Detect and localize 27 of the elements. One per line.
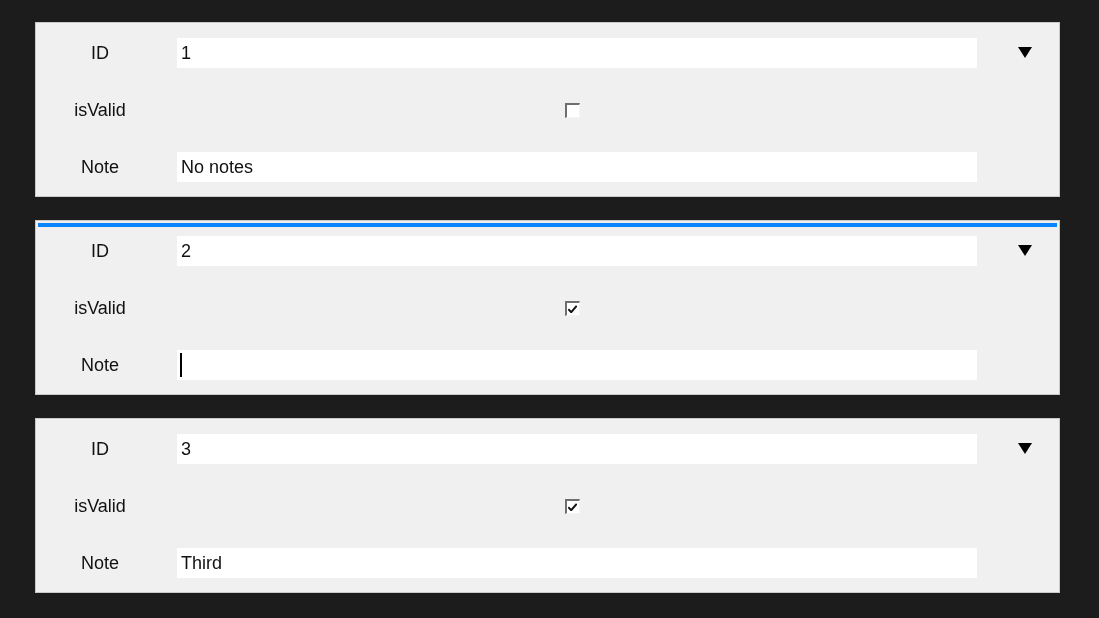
field-label: ID <box>90 240 110 262</box>
checkbox[interactable] <box>564 498 580 514</box>
checkmark-icon <box>568 502 577 511</box>
field-label: isValid <box>73 297 127 319</box>
record-card[interactable]: ID 3 isValid Note Third <box>35 418 1060 593</box>
field-label: Note <box>80 354 120 376</box>
field-label: isValid <box>73 99 127 121</box>
checkbox[interactable] <box>564 102 580 118</box>
caret-down-icon[interactable] <box>1018 47 1032 58</box>
caret-down-icon[interactable] <box>1018 245 1032 256</box>
field-label: Note <box>80 552 120 574</box>
text-field[interactable]: No notes <box>177 152 977 182</box>
record-card[interactable]: ID 1 isValid Note No notes <box>35 22 1060 197</box>
field-label: ID <box>90 42 110 64</box>
checkmark-icon <box>568 304 577 313</box>
text-cursor-icon <box>180 353 182 377</box>
caret-down-icon[interactable] <box>1018 443 1032 454</box>
field-label: isValid <box>73 495 127 517</box>
record-card[interactable]: ID 2 isValid Note <box>35 220 1060 395</box>
field-label: ID <box>90 438 110 460</box>
checkbox[interactable] <box>564 300 580 316</box>
text-field[interactable]: Third <box>177 548 977 578</box>
text-field[interactable]: 2 <box>177 236 977 266</box>
text-field[interactable]: 3 <box>177 434 977 464</box>
field-label: Note <box>80 156 120 178</box>
text-field[interactable]: 1 <box>177 38 977 68</box>
text-field[interactable] <box>177 350 977 380</box>
